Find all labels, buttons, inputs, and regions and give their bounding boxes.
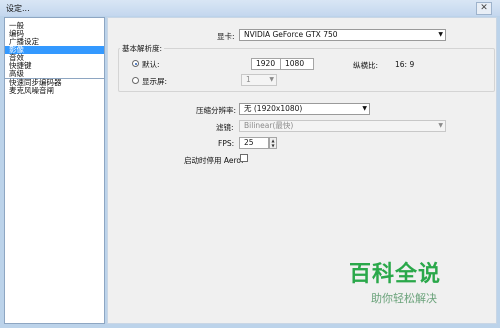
disable-aero-checkbox[interactable] bbox=[240, 154, 248, 162]
fps-label: FPS: bbox=[218, 139, 235, 148]
filter-label: 滤镜: bbox=[216, 123, 234, 132]
sidebar-item-noise-gate[interactable]: 麦克风噪音闸 bbox=[5, 87, 104, 95]
fps-stepper[interactable]: ▲ ▼ bbox=[269, 137, 277, 149]
chevron-down-icon: ▼ bbox=[362, 105, 367, 112]
resolution-height-field[interactable]: 1080 bbox=[280, 58, 314, 70]
graphics-card-value: NVIDIA GeForce GTX 750 bbox=[244, 30, 338, 39]
graphics-card-label: 显卡: bbox=[217, 32, 235, 41]
close-icon[interactable]: ✕ bbox=[476, 2, 492, 15]
downscale-value: 无 (1920x1080) bbox=[244, 104, 303, 113]
title-bar: 设定... ✕ bbox=[0, 0, 500, 16]
aspect-ratio-label: 纵横比: bbox=[353, 61, 379, 70]
chevron-down-icon: ▼ bbox=[438, 31, 443, 38]
chevron-down-icon: ▼ bbox=[269, 76, 274, 83]
chevron-down-icon: ▼ bbox=[438, 122, 443, 129]
monitor-select[interactable]: 1 ▼ bbox=[241, 74, 277, 86]
fps-field[interactable]: 25 bbox=[239, 137, 269, 149]
window-title: 设定... bbox=[6, 4, 30, 13]
watermark-main: 百科全说 bbox=[349, 262, 442, 287]
settings-sidebar: 一般 编码 广播设定 影像 音效 快捷键 高级 快速同步编码器 麦克风噪音闸 bbox=[4, 17, 105, 324]
watermark-sub: 助你轻松解决 bbox=[371, 292, 437, 305]
filter-value: Bilinear(最快) bbox=[244, 121, 294, 130]
downscale-select[interactable]: 无 (1920x1080) ▼ bbox=[239, 103, 370, 115]
watermark: 百科全说 助你轻松解决 bbox=[349, 256, 469, 306]
filter-select[interactable]: Bilinear(最快) ▼ bbox=[239, 120, 446, 132]
base-resolution-group bbox=[118, 48, 495, 92]
default-label: 默认: bbox=[142, 60, 160, 69]
base-resolution-title: 基本解析度: bbox=[120, 43, 165, 54]
sidebar-item-advanced[interactable]: 高级 bbox=[5, 70, 104, 78]
downscale-label: 压缩分辨率: bbox=[196, 106, 237, 115]
monitor-label: 显示屏: bbox=[142, 77, 168, 86]
graphics-card-select[interactable]: NVIDIA GeForce GTX 750 ▼ bbox=[239, 29, 446, 41]
disable-aero-label: 启动时停用 Aero: bbox=[184, 156, 244, 165]
monitor-radio[interactable] bbox=[132, 77, 139, 84]
monitor-value: 1 bbox=[246, 75, 251, 84]
aspect-ratio-value: 16: 9 bbox=[395, 60, 415, 69]
default-radio[interactable] bbox=[132, 60, 139, 67]
